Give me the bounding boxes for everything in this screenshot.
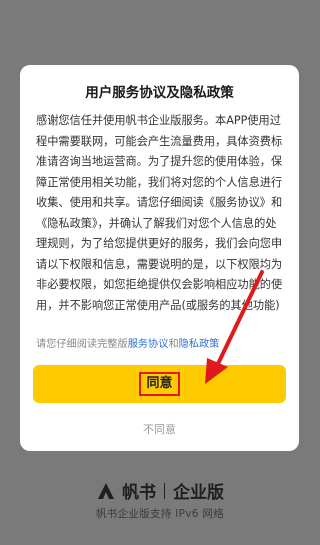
disagree-button[interactable]: 不同意 [20, 421, 299, 437]
fanshu-logo-icon [96, 482, 116, 500]
dialog-title: 用户服务协议及隐私政策 [85, 85, 234, 101]
full-agreement-hint: 请您仔细阅读完整版服务协议和隐私政策 [36, 335, 219, 350]
dialog-body-scroll[interactable]: 感谢您信任并使用帆书企业版服务。本APP使用过程中需要联网，可能会产生流量费用，… [36, 111, 285, 349]
privacy-dialog: 用户服务协议及隐私政策 感谢您信任并使用帆书企业版服务。本APP使用过程中需要联… [20, 65, 299, 451]
brand-edition: 企业版 [173, 483, 224, 503]
privacy-policy-link[interactable]: 隐私政策 [179, 339, 220, 350]
agree-button-label: 同意 [139, 372, 180, 396]
service-agreement-link[interactable]: 服务协议 [128, 339, 169, 350]
hint-and: 和 [168, 339, 179, 350]
agree-button[interactable]: 同意 [33, 365, 286, 403]
hint-prefix: 请您仔细阅读完整版 [36, 339, 128, 350]
background-brand: 帆书 企业版 [0, 478, 320, 503]
brand-subtitle: 帆书企业版支持 IPv6 网络 [96, 508, 224, 520]
dialog-body-text: 感谢您信任并使用帆书企业版服务。本APP使用过程中需要联网，可能会产生流量费用，… [36, 114, 283, 312]
brand-name: 帆书 [122, 483, 156, 503]
brand-divider [164, 482, 165, 499]
